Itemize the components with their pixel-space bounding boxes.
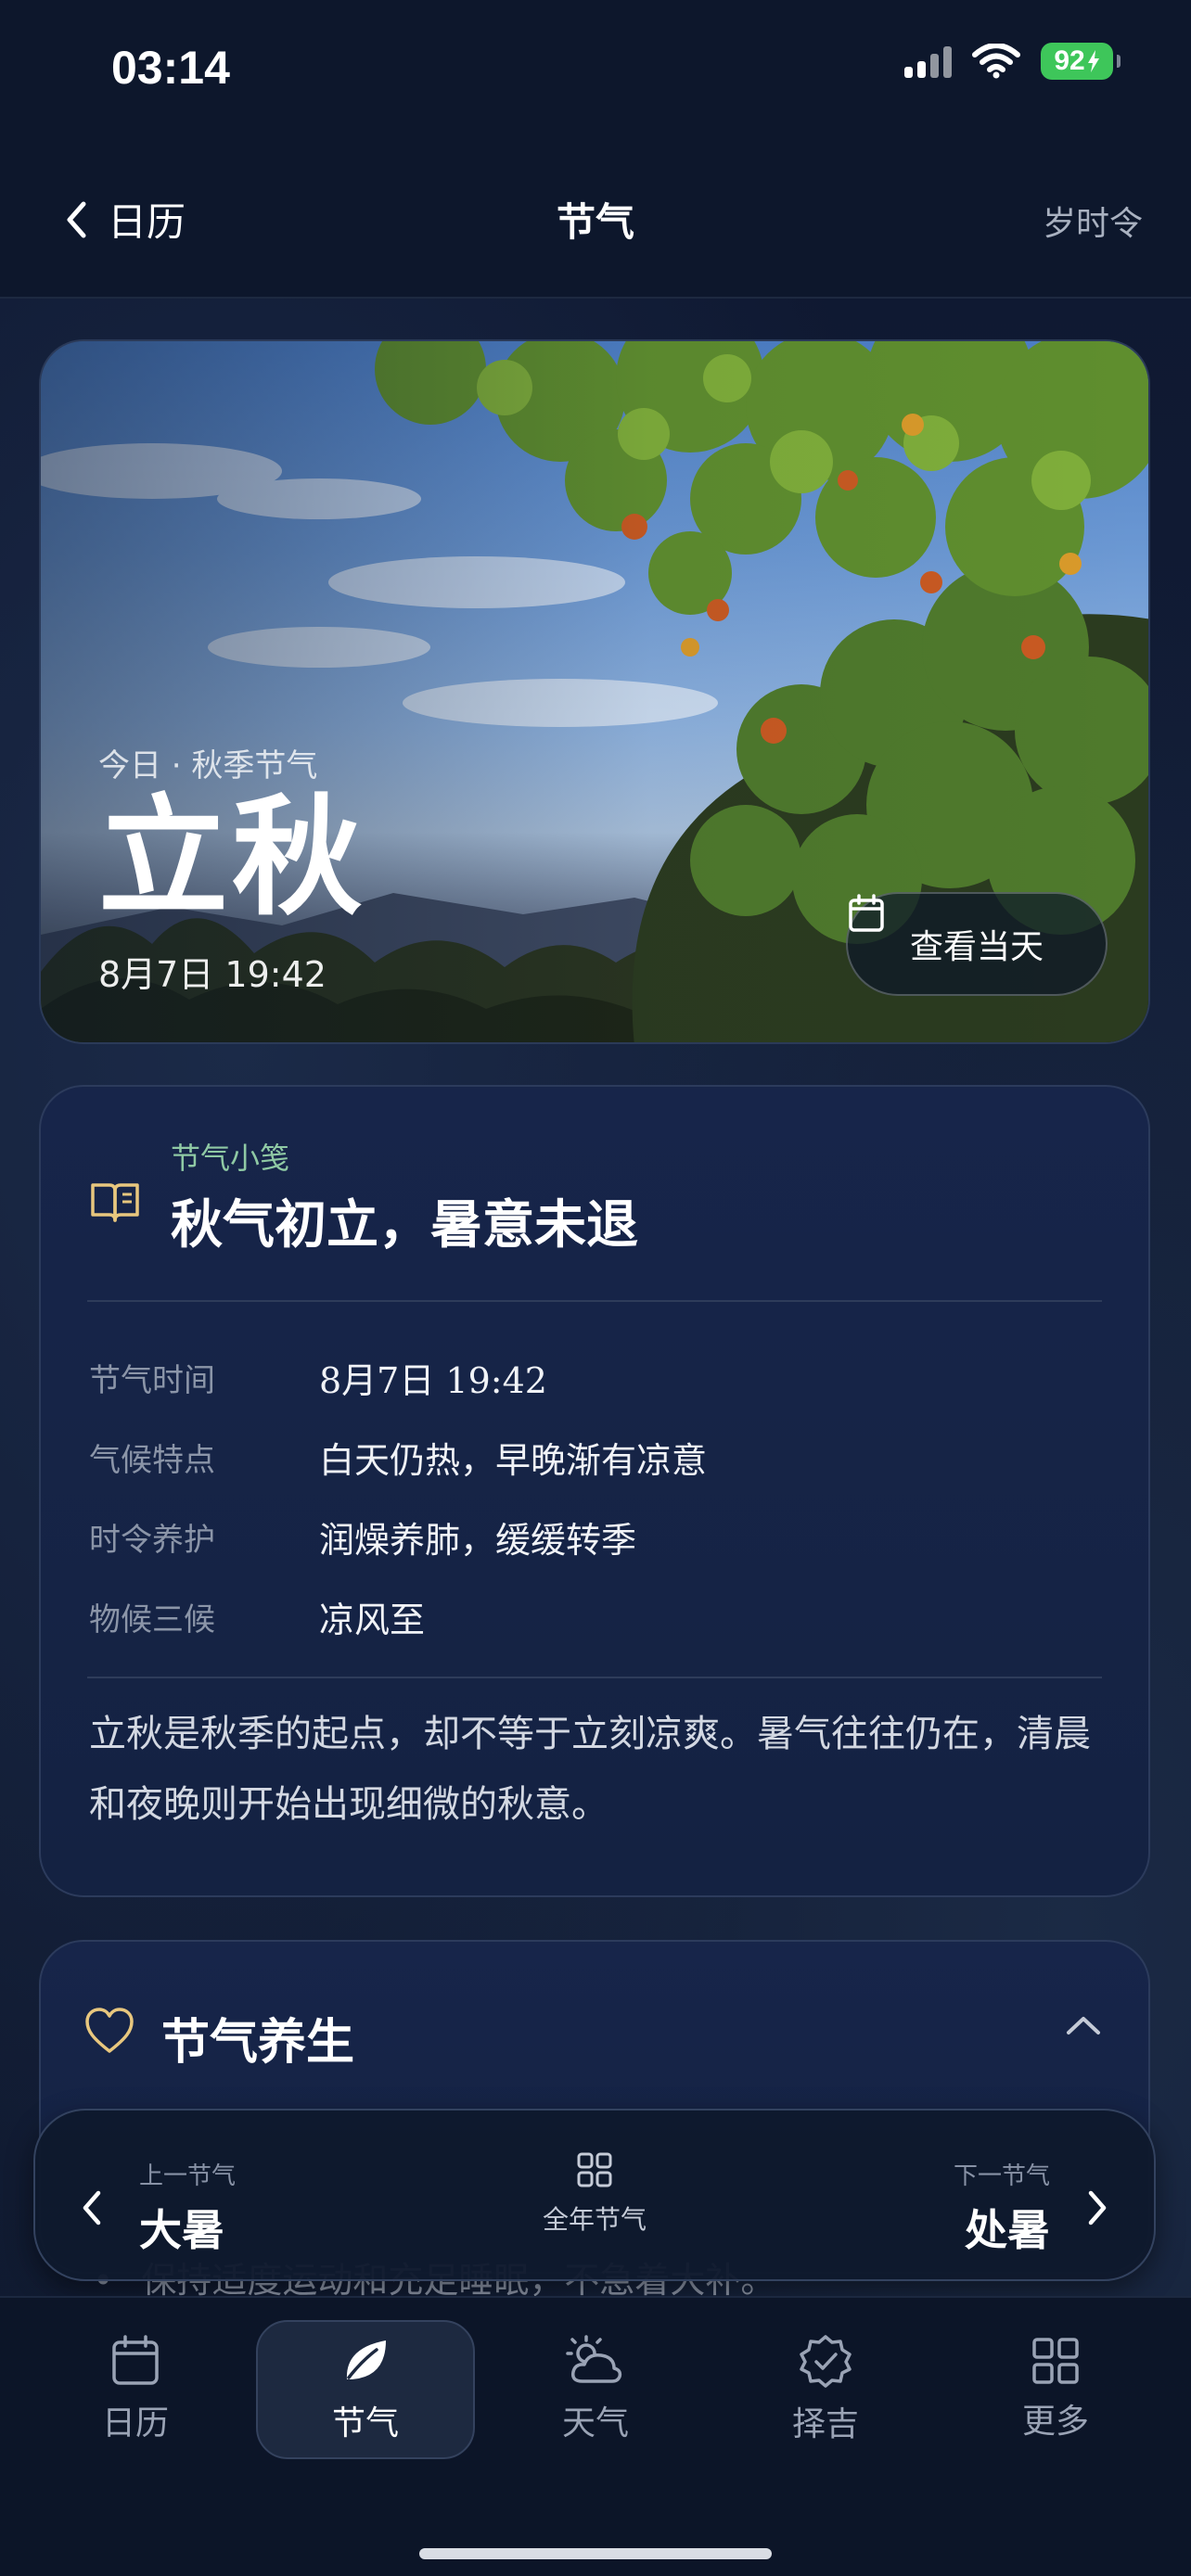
detail-value: 凉风至 xyxy=(319,1599,426,1640)
solar-term-tip-card: 节气小笺 秋气初立，暑意未退 节气时间 8月7日 19:42 气候特点 白天仍热… xyxy=(39,1085,1150,1897)
grid-icon xyxy=(1032,2338,1079,2384)
solar-term-navigator: 上一节气 大暑 全年节气 下一节气 处暑 xyxy=(33,2109,1156,2281)
leaf-icon xyxy=(346,2340,386,2379)
chevron-up-icon[interactable] xyxy=(1065,2014,1102,2036)
tab-calendar[interactable]: 日历 xyxy=(26,2320,245,2459)
home-indicator[interactable] xyxy=(419,2548,772,2559)
detail-label: 物候三候 xyxy=(89,1600,215,1639)
solar-term-datetime: 8月7日 19:42 xyxy=(98,954,327,995)
chevron-right-icon xyxy=(1088,2190,1107,2225)
solar-term-name: 立秋 xyxy=(98,783,366,934)
detail-value: 8月7日 19:42 xyxy=(319,1359,547,1401)
tab-more[interactable]: 更多 xyxy=(946,2320,1165,2459)
hero-subtitle: 今日 · 秋季节气 xyxy=(98,747,318,784)
view-day-button[interactable]: 查看当天 xyxy=(846,892,1108,996)
status-icons: 92 xyxy=(904,43,1121,80)
tip-divider-top xyxy=(87,1300,1102,1302)
open-book-icon xyxy=(91,1183,139,1222)
calendar-icon xyxy=(112,2335,159,2385)
detail-value: 润燥养肺，缓缓转季 xyxy=(319,1519,637,1561)
tab-label: 择吉 xyxy=(791,2405,859,2443)
partly-cloudy-icon xyxy=(566,2335,622,2383)
back-button[interactable]: 日历 xyxy=(65,191,186,248)
badge-check-icon xyxy=(800,2335,852,2388)
tab-weather[interactable]: 天气 xyxy=(486,2320,705,2459)
charging-bolt-icon xyxy=(1087,50,1099,72)
battery-indicator: 92 xyxy=(1041,43,1121,80)
page-title: 节气 xyxy=(556,199,634,245)
detail-row-climate: 气候特点 白天仍热，早晚渐有凉意 xyxy=(89,1417,707,1497)
heart-icon xyxy=(85,2008,134,2053)
battery-level: 92 xyxy=(1054,45,1085,76)
next-term-button[interactable]: 下一节气 处暑 xyxy=(954,2157,1108,2258)
top-bar: 03:14 92 日历 节气 岁时令 xyxy=(0,0,1191,299)
health-title: 节气养生 xyxy=(161,2015,355,2071)
tab-label: 日历 xyxy=(101,2404,169,2442)
tab-label: 更多 xyxy=(1021,2403,1089,2441)
detail-label: 节气时间 xyxy=(89,1361,215,1399)
view-day-label: 查看当天 xyxy=(909,928,1044,966)
detail-value: 白天仍热，早晚渐有凉意 xyxy=(319,1439,708,1481)
cellular-signal-icon xyxy=(904,45,952,78)
grid-icon xyxy=(577,2152,612,2187)
tip-title: 秋气初立，暑意未退 xyxy=(171,1195,638,1256)
status-time: 03:14 xyxy=(111,42,230,94)
next-term-caption: 下一节气 xyxy=(953,2162,1050,2190)
all-terms-label: 全年节气 xyxy=(542,2204,647,2235)
almanac-link[interactable]: 岁时令 xyxy=(1043,197,1143,245)
next-term-name: 处暑 xyxy=(965,2205,1050,2255)
tip-kicker: 节气小笺 xyxy=(171,1141,290,1176)
detail-row-phenology: 物候三候 凉风至 xyxy=(89,1576,707,1656)
tip-detail-list: 节气时间 8月7日 19:42 气候特点 白天仍热，早晚渐有凉意 时令养护 润燥… xyxy=(89,1337,707,1656)
tab-auspicious[interactable]: 择吉 xyxy=(716,2320,935,2459)
tab-solar-terms[interactable]: 节气 xyxy=(256,2320,475,2459)
chevron-left-icon xyxy=(67,201,86,237)
tab-label: 天气 xyxy=(561,2404,629,2442)
tip-description: 立秋是秋季的起点，却不等于立刻凉爽。暑气往往仍在，清晨和夜晚则开始出现细微的秋意… xyxy=(89,1713,1091,1826)
hero-card: 今日 · 秋季节气 立秋 8月7日 19:42 查看当天 xyxy=(39,339,1150,1044)
back-label: 日历 xyxy=(108,199,186,245)
calendar-icon xyxy=(849,894,884,932)
detail-row-time: 节气时间 8月7日 19:42 xyxy=(89,1337,707,1417)
detail-label: 时令养护 xyxy=(89,1521,215,1559)
bottom-tab-bar: 日历 节气 天气 择吉 更多 xyxy=(0,2296,1191,2576)
detail-row-care: 时令养护 润燥养肺，缓缓转季 xyxy=(89,1497,707,1576)
wifi-icon xyxy=(972,44,1020,79)
tab-label: 节气 xyxy=(331,2404,399,2442)
tip-divider-bottom xyxy=(87,1677,1102,1678)
detail-label: 气候特点 xyxy=(89,1441,215,1479)
